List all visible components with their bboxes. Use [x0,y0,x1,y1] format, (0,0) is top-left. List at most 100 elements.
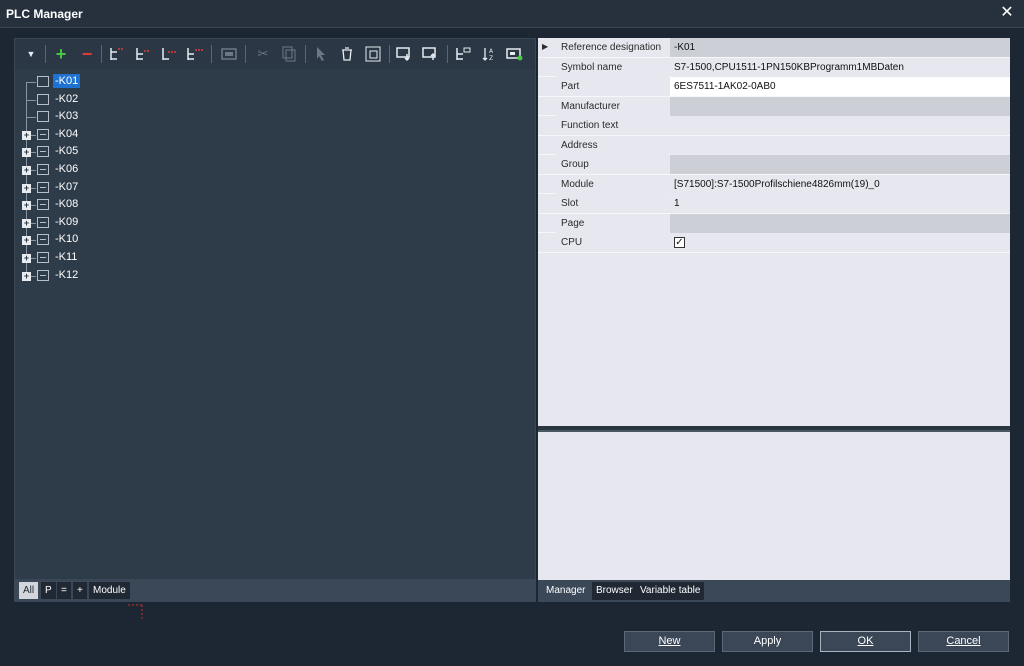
tree-item[interactable]: + -K08 [21,196,321,214]
tree-item[interactable]: + -K05 [21,143,321,161]
remove-icon[interactable]: − [77,43,97,65]
svg-text:Z: Z [489,55,493,62]
tree-item[interactable]: + -K07 [21,178,321,197]
property-value[interactable] [670,213,1010,233]
property-row[interactable]: Manufacturer [538,96,1010,116]
delete-icon[interactable] [337,43,357,65]
toolbar-separator [101,45,102,63]
import-icon[interactable] [395,43,415,65]
current-row-icon: ▶ [542,42,549,51]
expand-icon[interactable]: + [22,253,31,263]
expand-icon[interactable]: + [22,236,31,246]
tree-item[interactable]: -K01 [21,73,321,91]
property-value: ✓ [670,233,1010,252]
tab-variable-table[interactable]: Variable table [636,582,705,600]
property-row[interactable]: Symbol name S7-1500,CPU1511-1PN150KBProgr… [538,57,1010,77]
expand-icon[interactable]: + [22,218,31,228]
property-row[interactable]: Address [538,135,1010,155]
filter-tab-equals[interactable]: = [57,582,71,599]
select-icon[interactable] [311,43,331,65]
tree-insert-icon[interactable] [107,43,127,65]
filter-tab-plus[interactable]: + [73,582,87,599]
fullscreen-icon[interactable] [363,43,383,65]
window-title: PLC Manager [6,7,83,21]
placeholder-icon[interactable] [219,43,239,65]
toolbar-separator [211,45,212,63]
plc-rack-icon [37,128,49,140]
property-value[interactable] [670,155,1010,174]
expand-icon[interactable]: + [22,271,31,281]
view-tab-bar: Manager Browser Variable table [538,580,1010,602]
tree-item[interactable]: + -K06 [21,160,321,179]
property-row[interactable]: CPU ✓ [538,233,1010,253]
tree-item[interactable]: + -K10 [21,231,321,249]
export-icon[interactable] [421,43,441,65]
property-value[interactable]: S7-1500,CPU1511-1PN150KBProgramm1MBDaten [670,57,1010,77]
filter-tab-p[interactable]: P [41,582,56,599]
plc-settings-icon[interactable] [505,43,525,65]
tree-item[interactable]: + -K09 [21,213,321,232]
property-row[interactable]: Function text [538,116,1010,136]
property-key: Part [556,77,669,96]
expand-icon[interactable]: + [22,130,31,140]
property-row[interactable]: Slot 1 [538,194,1010,214]
property-value[interactable] [670,135,1010,155]
plc-rack-icon [37,216,49,228]
plc-rack-icon [37,234,49,246]
tab-manager[interactable]: Manager [542,582,590,600]
tree-connector [26,82,36,83]
property-key: Module [556,174,669,194]
property-value[interactable] [670,116,1010,135]
property-key: Group [556,155,669,174]
tree-item-label: -K07 [55,180,79,193]
property-row[interactable]: Group [538,155,1010,175]
close-icon[interactable]: ✕ [998,3,1016,23]
tree-connector [26,99,36,101]
tree-insert-sub-icon[interactable] [133,43,153,65]
filter-tab-bar: All P = + Module [15,579,535,601]
cancel-button[interactable]: Cancel [918,631,1009,652]
tree-config-icon[interactable] [453,43,473,65]
property-value[interactable]: 6ES7511-1AK02-0AB0 [670,77,1010,96]
expand-icon[interactable]: + [22,183,31,193]
property-row[interactable]: Module [S71500]:S7-1500Profilschiene4826m… [538,174,1010,194]
tree-item[interactable]: -K02 [21,90,321,109]
tree-append-icon[interactable] [185,43,205,65]
cut-icon[interactable]: ✂ [253,43,273,65]
expand-icon[interactable]: + [22,165,31,175]
dropdown-icon[interactable]: ▼ [21,43,41,65]
tree-item[interactable]: + -K04 [21,125,321,144]
expand-icon[interactable]: + [22,148,31,158]
filter-tab-module[interactable]: Module [89,582,130,599]
property-row[interactable]: Part 6ES7511-1AK02-0AB0 [538,77,1010,97]
property-row[interactable]: Page [538,213,1010,233]
new-button[interactable]: New [624,631,715,652]
apply-button[interactable]: Apply [722,631,813,652]
plc-module-icon [37,111,49,123]
tree-move-icon[interactable] [159,43,179,65]
tree-item[interactable]: -K03 [21,108,321,126]
tab-browser[interactable]: Browser [592,582,637,600]
property-row[interactable]: ▶ Reference designation -K01 [538,38,1010,58]
tree-item[interactable]: + -K11 [21,248,321,267]
property-key: CPU [556,233,669,252]
sort-icon[interactable]: AZ [479,43,499,65]
expand-icon[interactable]: + [22,201,31,211]
property-grid: ▶ Reference designation -K01 Symbol name S7-… [538,38,1010,426]
cpu-checkbox[interactable]: ✓ [674,237,685,248]
property-value[interactable]: [S71500]:S7-1500Profilschiene4826mm(19)_… [670,174,1010,194]
tree-item-label: -K01 [53,74,81,88]
property-key: Slot [556,194,669,213]
tree-item-label: -K08 [55,198,79,211]
property-value[interactable] [670,96,1010,116]
filter-tab-all[interactable]: All [19,582,39,599]
tree-item[interactable]: + -K12 [21,266,321,285]
tree-item-label: -K03 [55,110,79,123]
property-value[interactable]: -K01 [670,38,1010,57]
property-value[interactable]: 1 [670,194,1010,213]
ok-button[interactable]: OK [820,631,911,652]
description-area [538,430,1010,580]
property-key: Function text [556,116,669,135]
add-icon[interactable]: + [51,43,71,65]
copy-icon[interactable] [279,43,299,65]
